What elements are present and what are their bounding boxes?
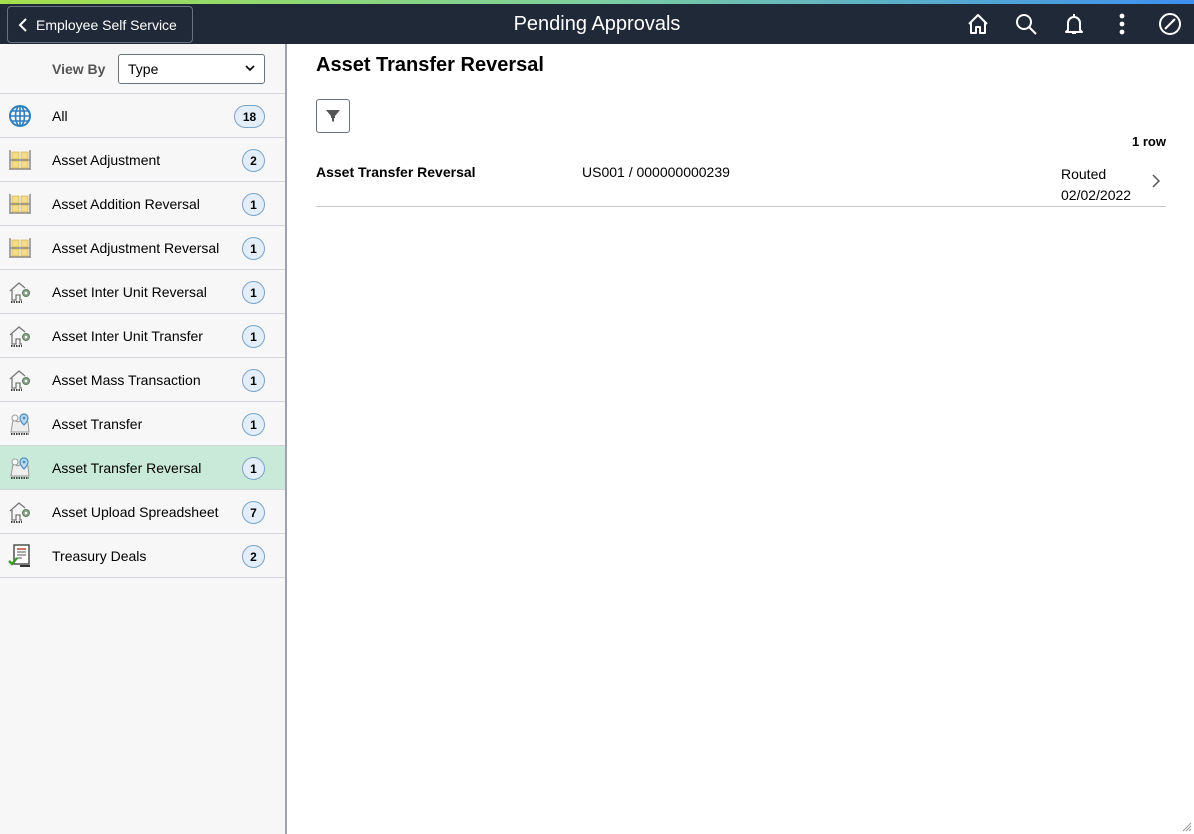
count-badge: 1 bbox=[242, 281, 265, 304]
section-title: Asset Transfer Reversal bbox=[316, 54, 544, 76]
view-by-label: View By bbox=[52, 60, 106, 77]
filter-icon bbox=[326, 110, 340, 122]
filter-button[interactable] bbox=[316, 99, 350, 133]
back-button[interactable]: Employee Self Service bbox=[7, 6, 193, 43]
sidebar: View By Type All 18 Asset Adjustment 2 Asset… bbox=[0, 44, 287, 834]
sidebar-item-asset-inter-unit-transfer[interactable]: Asset Inter Unit Transfer 1 bbox=[0, 314, 285, 358]
view-by-value: Type bbox=[128, 60, 159, 77]
sidebar-item-asset-upload-spreadsheet[interactable]: Asset Upload Spreadsheet 7 bbox=[0, 490, 285, 534]
map-pin-icon bbox=[8, 456, 32, 480]
count-badge: 1 bbox=[242, 237, 265, 260]
count-badge: 18 bbox=[234, 105, 265, 128]
sidebar-item-asset-mass-transaction[interactable]: Asset Mass Transaction 1 bbox=[0, 358, 285, 402]
count-badge: 1 bbox=[242, 457, 265, 480]
row-count: 1 row bbox=[1132, 134, 1166, 149]
view-by-row: View By Type bbox=[0, 44, 285, 94]
actions-menu-icon bbox=[1119, 13, 1125, 35]
row-date: 02/02/2022 bbox=[1061, 187, 1132, 203]
house-gear-icon bbox=[8, 500, 32, 524]
notifications-button[interactable] bbox=[1050, 4, 1098, 44]
row-status: Routed bbox=[1061, 166, 1107, 182]
sidebar-item-asset-transfer[interactable]: Asset Transfer 1 bbox=[0, 402, 285, 446]
house-gear-icon bbox=[8, 280, 32, 304]
sidebar-item-asset-inter-unit-reversal[interactable]: Asset Inter Unit Reversal 1 bbox=[0, 270, 285, 314]
search-icon bbox=[1016, 14, 1037, 35]
row-transaction-id: US001 / 000000000239 bbox=[582, 164, 730, 180]
shelves-icon bbox=[8, 148, 32, 172]
actions-menu-button[interactable] bbox=[1098, 4, 1146, 44]
type-list: All 18 Asset Adjustment 2 Asset Addition Rev… bbox=[0, 94, 285, 578]
navbar-compass-icon bbox=[1159, 13, 1181, 35]
map-pin-icon bbox=[8, 412, 32, 436]
sidebar-item-all[interactable]: All 18 bbox=[0, 94, 285, 138]
main-content: Asset Transfer Reversal 1 row Asset Tran… bbox=[289, 44, 1194, 834]
sidebar-item-asset-adjustment[interactable]: Asset Adjustment 2 bbox=[0, 138, 285, 182]
count-badge: 1 bbox=[242, 325, 265, 348]
count-badge: 2 bbox=[242, 545, 265, 568]
home-icon bbox=[968, 14, 988, 34]
shelves-icon bbox=[8, 192, 32, 216]
navbar-button[interactable] bbox=[1146, 4, 1194, 44]
count-badge: 7 bbox=[242, 501, 265, 524]
view-by-select[interactable]: Type bbox=[118, 53, 265, 84]
sidebar-item-asset-adjustment-reversal[interactable]: Asset Adjustment Reversal 1 bbox=[0, 226, 285, 270]
chevron-down-icon bbox=[245, 65, 255, 72]
search-button[interactable] bbox=[1002, 4, 1050, 44]
row-transaction-type: Asset Transfer Reversal bbox=[316, 164, 476, 180]
count-badge: 2 bbox=[242, 149, 265, 172]
row-status-block: Routed 02/02/2022 bbox=[1061, 164, 1131, 206]
notifications-icon bbox=[1065, 14, 1083, 34]
house-gear-icon bbox=[8, 324, 32, 348]
back-button-label: Employee Self Service bbox=[36, 16, 177, 33]
resize-grip-icon[interactable] bbox=[1180, 820, 1192, 832]
chevron-right-icon bbox=[1152, 174, 1160, 188]
shelves-icon bbox=[8, 236, 32, 260]
count-badge: 1 bbox=[242, 369, 265, 392]
count-badge: 1 bbox=[242, 413, 265, 436]
chevron-left-icon bbox=[18, 17, 27, 32]
count-badge: 1 bbox=[242, 193, 265, 216]
globe-icon bbox=[8, 104, 32, 128]
sidebar-item-asset-transfer-reversal[interactable]: Asset Transfer Reversal 1 bbox=[0, 446, 285, 490]
approval-row[interactable]: Asset Transfer Reversal US001 / 00000000… bbox=[316, 156, 1166, 207]
top-navbar: Employee Self Service Pending Approvals bbox=[0, 0, 1194, 44]
document-check-icon bbox=[8, 543, 32, 568]
house-gear-icon bbox=[8, 368, 32, 392]
home-button[interactable] bbox=[954, 4, 1002, 44]
sidebar-item-asset-addition-reversal[interactable]: Asset Addition Reversal 1 bbox=[0, 182, 285, 226]
sidebar-item-treasury-deals[interactable]: Treasury Deals 2 bbox=[0, 534, 285, 578]
